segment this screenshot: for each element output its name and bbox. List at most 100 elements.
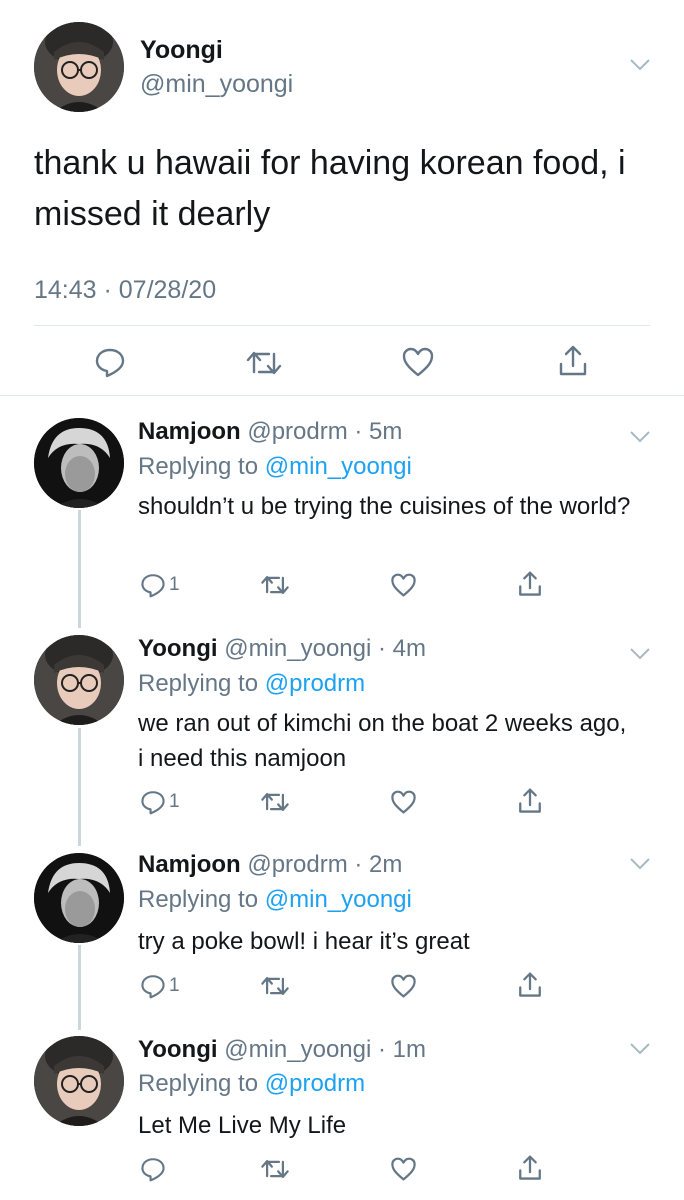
reply-header: Namjoon @prodrm · 5m xyxy=(138,418,402,446)
reply-header: Namjoon @prodrm · 2m xyxy=(138,851,402,879)
replying-prefix: Replying to xyxy=(138,453,265,480)
reply-text: Let Me Live My Life xyxy=(138,1112,347,1139)
reply-text: try a poke bowl! i hear it’s great xyxy=(138,928,470,955)
mention-link[interactable]: @prodrm xyxy=(265,670,365,697)
replying-to: Replying to @prodrm xyxy=(138,670,365,698)
like-icon xyxy=(402,347,434,377)
share-icon xyxy=(559,345,587,376)
reply-icon xyxy=(141,791,165,815)
mention-link[interactable]: @min_yoongi xyxy=(265,453,412,480)
share-icon xyxy=(519,1155,541,1180)
replying-to: Replying to @prodrm xyxy=(138,1070,365,1098)
like-button[interactable] xyxy=(390,973,417,999)
retweet-icon xyxy=(261,977,289,995)
like-icon xyxy=(391,573,416,597)
reply-icon xyxy=(95,348,125,378)
like-icon xyxy=(391,974,416,998)
avatar-yoongi-image xyxy=(34,22,124,112)
replying-prefix: Replying to xyxy=(138,886,265,913)
tweet-text: thank u hawaii for having korean food, i… xyxy=(34,144,626,233)
tweet-thread: Yoongi @min_yoongi thank u hawaii for ha… xyxy=(0,0,684,1200)
retweet-icon xyxy=(261,1160,289,1178)
share-button[interactable] xyxy=(557,344,589,378)
avatar-namjoon-image xyxy=(34,418,124,508)
share-icon xyxy=(519,972,541,997)
retweet-icon xyxy=(246,351,282,375)
mention-link[interactable]: @min_yoongi xyxy=(265,886,412,913)
retweet-icon xyxy=(261,793,289,811)
reply-count: 1 xyxy=(169,791,180,812)
retweet-button[interactable] xyxy=(260,1157,290,1181)
chevron-down-icon[interactable] xyxy=(629,647,651,661)
divider xyxy=(34,325,650,326)
like-icon xyxy=(391,1157,416,1181)
chevron-down-icon[interactable] xyxy=(629,430,651,444)
reply-text: we ran out of kimchi on the boat 2 weeks… xyxy=(138,710,627,772)
reply-header: Yoongi @min_yoongi · 1m xyxy=(138,1036,426,1064)
avatar-yoongi-image xyxy=(34,635,124,725)
retweet-button[interactable] xyxy=(260,974,290,998)
reply-tweet: Yoongi @min_yoongi · 1m Replying to @pro… xyxy=(0,1030,684,1200)
like-button[interactable] xyxy=(401,346,435,378)
share-button[interactable] xyxy=(517,570,543,598)
tweet-actions xyxy=(0,1154,684,1188)
reply-icon xyxy=(141,1158,165,1182)
avatar[interactable] xyxy=(34,635,124,725)
tweet-actions: 1 xyxy=(0,787,684,821)
reply-button[interactable]: 1 xyxy=(140,973,180,999)
replying-to: Replying to @min_yoongi xyxy=(138,453,412,481)
author-meta[interactable]: @min_yoongi · 4m xyxy=(224,635,426,662)
reply-icon xyxy=(141,574,165,598)
replying-prefix: Replying to xyxy=(138,1070,265,1097)
like-button[interactable] xyxy=(390,1156,417,1182)
reply-button[interactable]: 1 xyxy=(140,789,180,815)
tweet-actions xyxy=(0,340,684,384)
author-name[interactable]: Namjoon xyxy=(138,418,241,445)
author-handle[interactable]: @min_yoongi xyxy=(140,70,293,99)
author-name[interactable]: Yoongi xyxy=(138,1036,218,1063)
mention-link[interactable]: @prodrm xyxy=(265,1070,365,1097)
retweet-button[interactable] xyxy=(260,790,290,814)
chevron-down-icon[interactable] xyxy=(629,857,651,871)
author-meta[interactable]: @prodrm · 5m xyxy=(247,418,402,445)
divider xyxy=(0,395,684,396)
like-button[interactable] xyxy=(390,572,417,598)
replying-to: Replying to @min_yoongi xyxy=(138,886,412,914)
main-tweet: Yoongi @min_yoongi thank u hawaii for ha… xyxy=(0,0,684,396)
reply-button[interactable] xyxy=(94,346,126,378)
avatar[interactable] xyxy=(34,418,124,508)
reply-count: 1 xyxy=(169,975,180,996)
reply-button[interactable] xyxy=(140,1156,166,1182)
retweet-button[interactable] xyxy=(245,348,283,378)
chevron-down-icon[interactable] xyxy=(629,58,651,72)
share-button[interactable] xyxy=(517,787,543,815)
like-icon xyxy=(391,790,416,814)
author-name[interactable]: Yoongi xyxy=(140,36,223,65)
avatar-yoongi-image xyxy=(34,1036,124,1126)
avatar[interactable] xyxy=(34,853,124,943)
author-meta[interactable]: @min_yoongi · 1m xyxy=(224,1036,426,1063)
author-name[interactable]: Namjoon xyxy=(138,851,241,878)
avatar[interactable] xyxy=(34,1036,124,1126)
tweet-timestamp[interactable]: 14:43 · 07/28/20 xyxy=(34,276,216,305)
share-icon xyxy=(519,571,541,596)
reply-button[interactable]: 1 xyxy=(140,572,180,598)
author-meta[interactable]: @prodrm · 2m xyxy=(247,851,402,878)
reply-header: Yoongi @min_yoongi · 4m xyxy=(138,635,426,663)
reply-tweet: Namjoon @prodrm · 5m Replying to @min_yo… xyxy=(0,410,684,610)
like-button[interactable] xyxy=(390,789,417,815)
author-name[interactable]: Yoongi xyxy=(138,635,218,662)
share-icon xyxy=(519,788,541,813)
reply-text: shouldn’t u be trying the cuisines of th… xyxy=(138,493,631,520)
share-button[interactable] xyxy=(517,971,543,999)
avatar-namjoon-image xyxy=(34,853,124,943)
retweet-button[interactable] xyxy=(260,573,290,597)
replying-prefix: Replying to xyxy=(138,670,265,697)
reply-count: 1 xyxy=(169,574,180,595)
retweet-icon xyxy=(261,576,289,594)
tweet-actions: 1 xyxy=(0,971,684,1005)
chevron-down-icon[interactable] xyxy=(629,1042,651,1056)
tweet-actions: 1 xyxy=(0,570,684,604)
share-button[interactable] xyxy=(517,1154,543,1182)
avatar[interactable] xyxy=(34,22,124,112)
